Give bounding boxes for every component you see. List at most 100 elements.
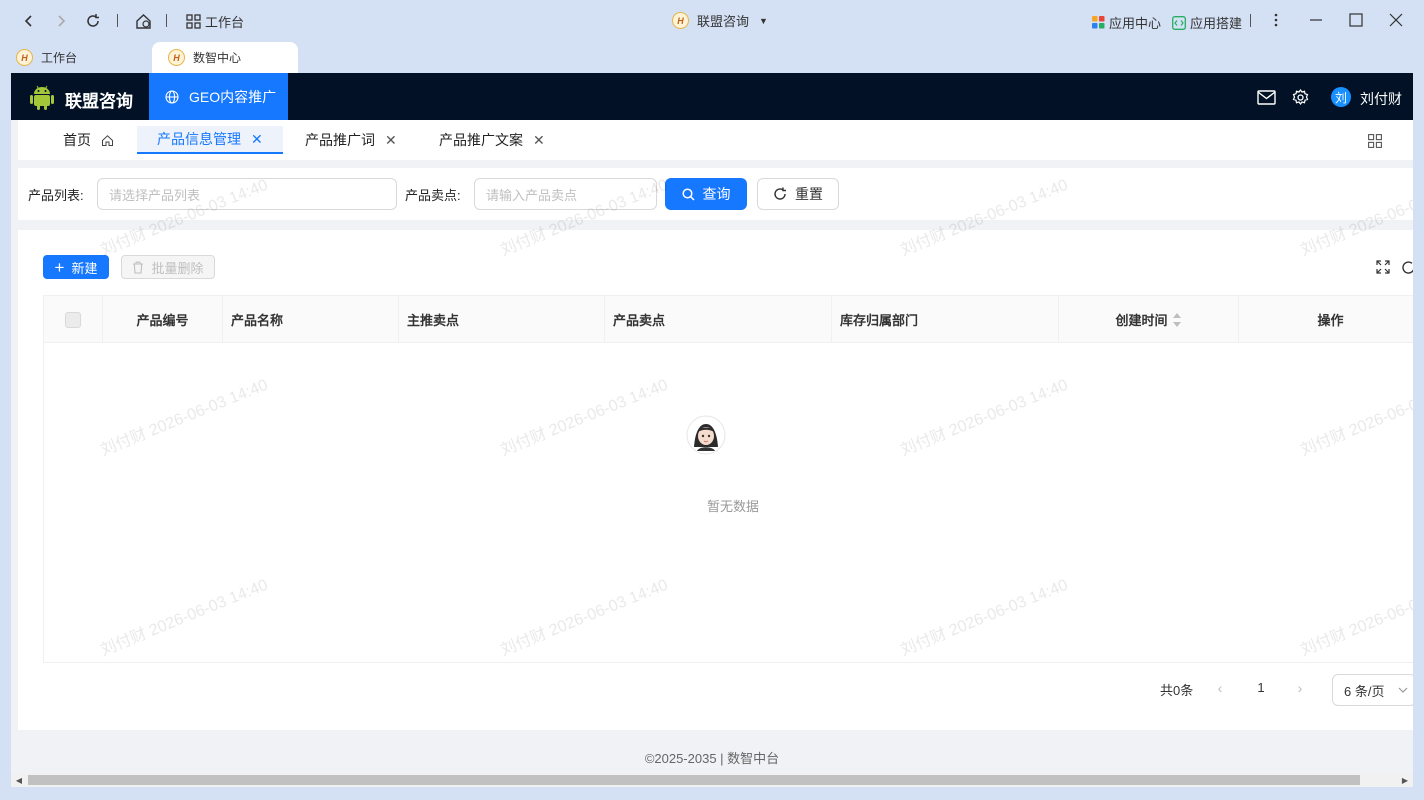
page-tabs: 首页 产品信息管理 ✕ 产品推广词 ✕ 产品推广文案 ✕	[18, 120, 1413, 160]
scroll-left-icon[interactable]: ◀	[14, 775, 24, 785]
query-button-label: 查询	[702, 186, 731, 202]
workbench-link[interactable]: 工作台	[205, 12, 244, 31]
page-size-select[interactable]: 6 条/页	[1332, 674, 1413, 706]
close-tab-icon[interactable]: ✕	[385, 132, 397, 149]
tab-promotion-words[interactable]: 产品推广词 ✕	[305, 126, 397, 154]
selling-point-input[interactable]: 请输入产品卖点	[474, 178, 657, 210]
app-builder-label: 应用搭建	[1190, 16, 1243, 31]
globe-icon	[165, 89, 179, 104]
minimize-icon[interactable]	[1303, 8, 1329, 32]
page-size-label: 6 条/页	[1344, 683, 1385, 699]
column-header: 产品卖点	[605, 296, 832, 343]
sort-icon	[1172, 312, 1181, 327]
table-card: + 新建 批量删除 产品编号 产品名称 主推卖点 产品卖点 库存归属部门 创建时…	[18, 230, 1413, 730]
horizontal-scrollbar[interactable]: ◀ ▶	[11, 773, 1413, 787]
avatar[interactable]: 刘	[1331, 87, 1351, 107]
column-header: 操作	[1317, 313, 1344, 328]
menu-label: GEO内容推广	[189, 88, 277, 105]
grid-icon[interactable]	[182, 10, 204, 32]
search-form: 产品列表: 请选择产品列表 产品卖点: 请输入产品卖点 查询 重置	[18, 168, 1413, 220]
home-icon	[102, 134, 113, 146]
brand-logo-icon: H	[168, 49, 185, 66]
more-icon[interactable]	[1263, 8, 1289, 32]
back-icon[interactable]	[18, 10, 40, 32]
product-table: 产品编号 产品名称 主推卖点 产品卖点 库存归属部门 创建时间 操作 暂无数据	[43, 295, 1413, 663]
column-header-label: 创建时间	[1115, 313, 1168, 328]
search-icon	[681, 187, 695, 201]
column-header-sortable[interactable]: 创建时间	[1059, 296, 1239, 343]
pagination-total: 共0条	[1160, 683, 1194, 698]
select-all-cell	[44, 296, 103, 343]
tab-label: 产品推广文案	[439, 132, 523, 148]
add-button-label: 新建	[71, 260, 98, 276]
plus-icon: +	[54, 257, 65, 277]
reset-button-label: 重置	[795, 186, 823, 202]
browser-tab-data-center[interactable]: H 数智中心	[152, 42, 298, 73]
app-center-icon	[1092, 16, 1105, 29]
current-page[interactable]: 1	[1251, 680, 1271, 695]
batch-delete-label: 批量删除	[151, 260, 204, 276]
reload-icon	[774, 187, 786, 200]
tabs-grid-icon[interactable]	[1368, 134, 1382, 151]
divider	[166, 14, 167, 27]
table-header: 产品编号 产品名称 主推卖点 产品卖点 库存归属部门 创建时间 操作	[44, 296, 1413, 343]
forward-icon[interactable]	[50, 10, 72, 32]
scroll-right-icon[interactable]: ▶	[1400, 775, 1410, 785]
footer-copyright: ©2025-2035 | 数智中台	[644, 751, 780, 766]
close-tab-icon[interactable]: ✕	[533, 132, 545, 149]
batch-delete-button[interactable]: 批量删除	[121, 255, 215, 279]
tab-home[interactable]: 首页	[63, 126, 114, 154]
next-page-icon[interactable]: ›	[1293, 680, 1307, 696]
empty-text: 暂无数据	[706, 499, 759, 514]
chevron-down-icon	[1399, 687, 1408, 693]
tab-promotion-copy[interactable]: 产品推广文案 ✕	[439, 126, 545, 154]
app-builder-button[interactable]: 应用搭建	[1172, 13, 1242, 32]
app-center-label: 应用中心	[1109, 16, 1162, 31]
add-button[interactable]: + 新建	[43, 255, 109, 279]
tab-label: 首页	[63, 132, 91, 148]
column-header: 主推卖点	[399, 296, 605, 343]
column-header: 产品名称	[223, 296, 399, 343]
android-logo-icon	[30, 85, 54, 110]
window-title[interactable]: H 联盟咨询 ▼	[672, 11, 768, 30]
close-icon[interactable]	[1383, 8, 1409, 32]
browser-tab-workbench[interactable]: H 工作台	[0, 42, 150, 73]
select-all-checkbox[interactable]	[65, 311, 81, 328]
reload-table-icon[interactable]	[1399, 258, 1413, 276]
main-content: 首页 产品信息管理 ✕ 产品推广词 ✕ 产品推广文案 ✕ 产品列表: 请选择产品…	[11, 120, 1413, 773]
selling-point-label: 产品卖点:	[405, 188, 461, 203]
prev-page-icon[interactable]: ‹	[1213, 680, 1227, 696]
divider	[1250, 14, 1251, 27]
gear-icon[interactable]	[1289, 86, 1311, 108]
refresh-icon[interactable]	[82, 10, 104, 32]
browser-tab-label: 工作台	[41, 51, 78, 65]
browser-tab-label: 数智中心	[193, 51, 242, 65]
query-button[interactable]: 查询	[665, 178, 747, 210]
app-header: 联盟咨询 GEO内容推广 刘 刘付财	[11, 73, 1413, 120]
brand-logo-icon: H	[16, 49, 33, 66]
product-list-select[interactable]: 请选择产品列表	[97, 178, 397, 210]
tab-label: 产品推广词	[305, 132, 375, 148]
menu-geo-content-promotion[interactable]: GEO内容推广	[149, 73, 288, 120]
fullscreen-icon[interactable]	[1374, 258, 1392, 276]
browser-tabs: H 工作台 H 数智中心	[0, 42, 1424, 73]
tab-product-info[interactable]: 产品信息管理 ✕	[137, 126, 283, 154]
home-icon[interactable]	[132, 10, 154, 32]
code-icon	[1172, 15, 1186, 30]
caret-down-icon: ▼	[759, 15, 768, 26]
window-title-text: 联盟咨询	[697, 14, 750, 29]
app-center-button[interactable]: 应用中心	[1092, 13, 1161, 32]
app-name: 联盟咨询	[65, 92, 133, 112]
empty-avatar-icon	[686, 415, 726, 455]
mail-icon[interactable]	[1255, 86, 1277, 108]
tab-label: 产品信息管理	[157, 131, 241, 147]
maximize-icon[interactable]	[1343, 8, 1369, 32]
trash-icon	[133, 261, 144, 274]
scrollbar-thumb[interactable]	[28, 775, 1360, 785]
reset-button[interactable]: 重置	[757, 178, 839, 210]
column-header: 产品编号	[103, 296, 223, 343]
column-header: 库存归属部门	[832, 296, 1059, 343]
browser-titlebar: 工作台 H 联盟咨询 ▼ 应用中心 应用搭建	[0, 0, 1424, 42]
close-tab-icon[interactable]: ✕	[251, 131, 263, 148]
user-name[interactable]: 刘付财	[1360, 89, 1402, 109]
